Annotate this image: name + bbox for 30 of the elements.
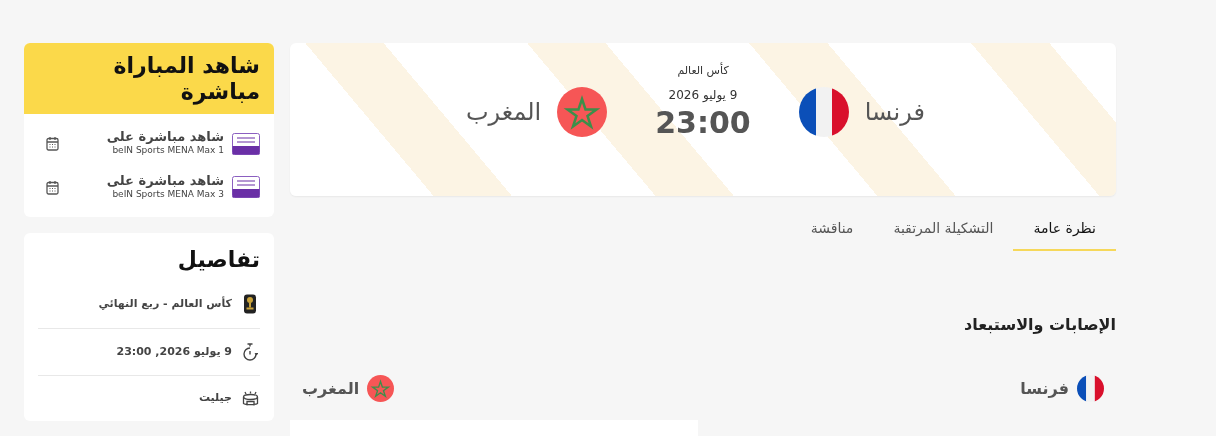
detail-text: 9 يوليو 2026, 23:00 (116, 344, 232, 361)
card-title: تفاصيل (176, 246, 260, 275)
channel-name: beIN Sports MENA Max 3 (111, 188, 224, 201)
tab[interactable]: مناقشة (790, 212, 874, 251)
flag-icon (798, 86, 849, 137)
calendar-icon[interactable] (46, 179, 59, 195)
flag-icon (367, 375, 395, 402)
match-time: 23:00 (655, 107, 751, 138)
channel-title: شاهد مباشرة على (106, 129, 224, 145)
team-name: المغرب (302, 377, 360, 400)
channel-name: beIN Sports MENA Max 1 (111, 144, 224, 158)
channel-title: شاهد مباشرة على (106, 173, 224, 188)
flag-icon (1077, 375, 1104, 402)
stopwatch-icon (242, 343, 258, 362)
detail-text: كأس العالم - ربع النهائي (98, 296, 232, 313)
stadium-icon (241, 390, 259, 407)
match-date: 9 يوليو 2026 (668, 86, 738, 104)
trophy-icon (243, 294, 257, 315)
team-name: فرنسا (1020, 377, 1069, 400)
tab[interactable]: نظرة عامة (1013, 212, 1116, 251)
team-name: المغرب (465, 96, 542, 128)
calendar-icon[interactable] (46, 136, 59, 152)
channel-logo-icon (232, 176, 260, 199)
team-name: فرنسا (864, 96, 925, 128)
tab[interactable]: التشكيلة المرتقبة (873, 212, 1014, 251)
detail-text: جيليت (198, 390, 232, 407)
channel-logo-icon (232, 132, 260, 155)
card-title: شاهد المباراة مباشرة (24, 43, 274, 114)
flag-icon (557, 86, 608, 137)
section-title: الإصابات والاستبعاد (963, 314, 1116, 336)
